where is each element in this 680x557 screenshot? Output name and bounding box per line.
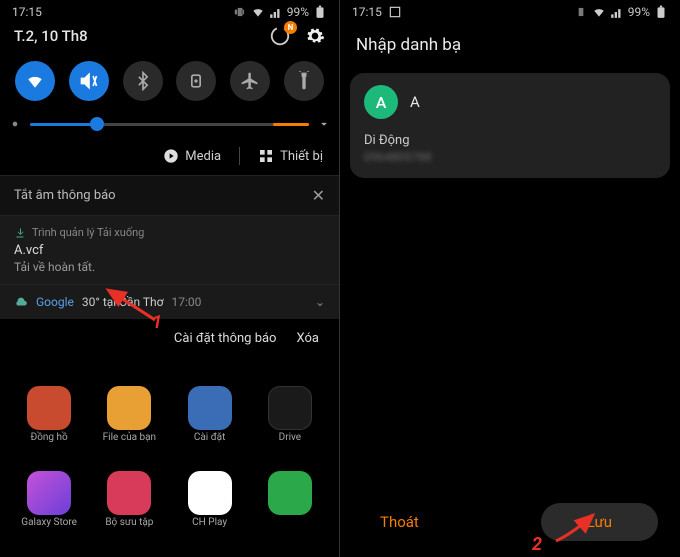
contact-name: A — [410, 93, 420, 111]
wifi-icon — [251, 5, 265, 19]
battery-icon — [313, 5, 327, 19]
rotation-toggle[interactable] — [176, 61, 216, 101]
screenshot-icon — [388, 5, 402, 19]
airplane-toggle[interactable] — [230, 61, 270, 101]
settings-icon[interactable] — [305, 26, 325, 46]
app-drive[interactable]: Drive — [253, 386, 327, 467]
media-button[interactable]: Media — [163, 148, 221, 164]
wifi-toggle[interactable] — [15, 61, 55, 101]
status-time: 17:15 — [12, 5, 42, 19]
annotation-label-2: 2 — [532, 534, 542, 555]
media-devices-row: Media Thiết bị — [0, 141, 339, 175]
battery-icon — [654, 5, 668, 19]
wifi-icon — [592, 5, 606, 19]
app-galaxy-store[interactable]: Galaxy Store — [12, 471, 86, 552]
weather-time: 17:00 — [172, 295, 202, 309]
battery-percent: 99% — [287, 5, 309, 19]
app-files[interactable]: File của bạn — [92, 386, 166, 467]
devices-button[interactable]: Thiết bị — [258, 148, 323, 164]
close-icon[interactable]: ✕ — [312, 186, 325, 205]
silent-label: Tắt âm thông báo — [14, 188, 116, 203]
phone-number: 0964805788 — [364, 150, 656, 164]
date-label: T.2, 10 Th8 — [14, 27, 88, 45]
status-time: 17:15 — [352, 5, 382, 19]
avatar: A — [364, 85, 398, 119]
quick-settings-header: T.2, 10 Th8 N — [0, 21, 339, 55]
app-gallery[interactable]: Bộ sưu tập — [92, 471, 166, 552]
app-settings[interactable]: Cài đặt — [173, 386, 247, 467]
status-bar: 17:15 99% — [340, 0, 680, 21]
save-button[interactable]: Lưu — [541, 503, 658, 541]
play-circle-icon — [163, 148, 179, 164]
brightness-slider[interactable] — [0, 113, 339, 141]
chevron-down-icon[interactable] — [317, 117, 331, 131]
cloud-icon — [14, 295, 28, 309]
phone-import-contact: 17:15 99% Nhập danh bạ A A Di Động 09648… — [340, 0, 680, 557]
vibrate-icon — [574, 5, 588, 19]
download-icon — [14, 227, 26, 239]
weather-text: 30° tại Cần Thơ — [82, 295, 164, 309]
clear-all-button[interactable]: Xóa — [296, 331, 319, 346]
notification-actions: Cài đặt thông báo Xóa — [0, 319, 339, 358]
sound-toggle[interactable] — [69, 61, 109, 101]
bottom-action-bar: Thoát Lưu — [340, 503, 680, 541]
bluetooth-toggle[interactable] — [123, 61, 163, 101]
annotation-label-1: 1 — [152, 312, 162, 333]
notification-settings-button[interactable]: Cài đặt thông báo — [174, 331, 277, 346]
grid-icon — [258, 148, 274, 164]
notifications-area: Tắt âm thông báo ✕ Trình quản lý Tải xuố… — [0, 175, 339, 358]
exit-button[interactable]: Thoát — [362, 503, 437, 541]
weather-provider: Google — [36, 295, 74, 309]
app-clock[interactable]: Đồng hồ — [12, 386, 86, 467]
download-status: Tải về hoàn tất. — [14, 260, 325, 274]
status-icons: 99% — [233, 5, 327, 19]
signal-icon — [269, 5, 283, 19]
phone-type-label: Di Động — [364, 133, 656, 148]
vibrate-icon — [233, 5, 247, 19]
download-file-name: A.vcf — [14, 243, 325, 258]
battery-percent: 99% — [628, 5, 650, 19]
app-generic[interactable] — [253, 471, 327, 552]
weather-notification[interactable]: Google 30° tại Cần Thơ 17:00 ⌄ — [0, 284, 339, 319]
divider — [239, 147, 240, 165]
flashlight-toggle[interactable] — [284, 61, 324, 101]
contact-card: A A Di Động 0964805788 — [350, 73, 670, 178]
brightness-low-icon — [8, 117, 22, 131]
phone-notifications-panel: 17:15 99% T.2, 10 Th8 N — [0, 0, 340, 557]
signal-icon — [610, 5, 624, 19]
status-icons: 99% — [574, 5, 668, 19]
silent-notifications-header[interactable]: Tắt âm thông báo ✕ — [0, 175, 339, 215]
page-title: Nhập danh bạ — [340, 21, 680, 69]
power-menu-button[interactable]: N — [269, 25, 291, 47]
chevron-down-icon[interactable]: ⌄ — [315, 295, 325, 309]
download-notification[interactable]: Trình quản lý Tải xuống A.vcf Tải về hoà… — [0, 215, 339, 284]
home-screen-background: Đồng hồ File của bạn Cài đặt Drive Galax… — [0, 380, 339, 557]
app-play-store[interactable]: CH Play — [173, 471, 247, 552]
status-bar: 17:15 99% — [0, 0, 339, 21]
quick-settings-toggles — [0, 55, 339, 113]
badge: N — [284, 21, 297, 34]
